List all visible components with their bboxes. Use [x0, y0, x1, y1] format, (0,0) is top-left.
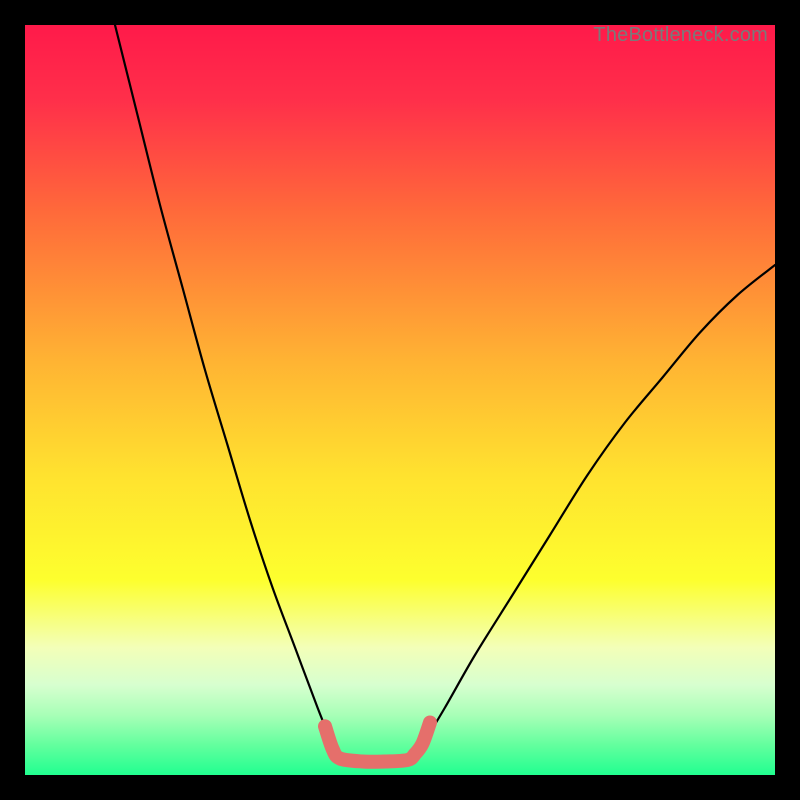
gradient-background [25, 25, 775, 775]
chart-svg [25, 25, 775, 775]
chart-plot [25, 25, 775, 775]
watermark-text: TheBottleneck.com [593, 24, 768, 47]
chart-frame: TheBottleneck.com [10, 10, 790, 790]
